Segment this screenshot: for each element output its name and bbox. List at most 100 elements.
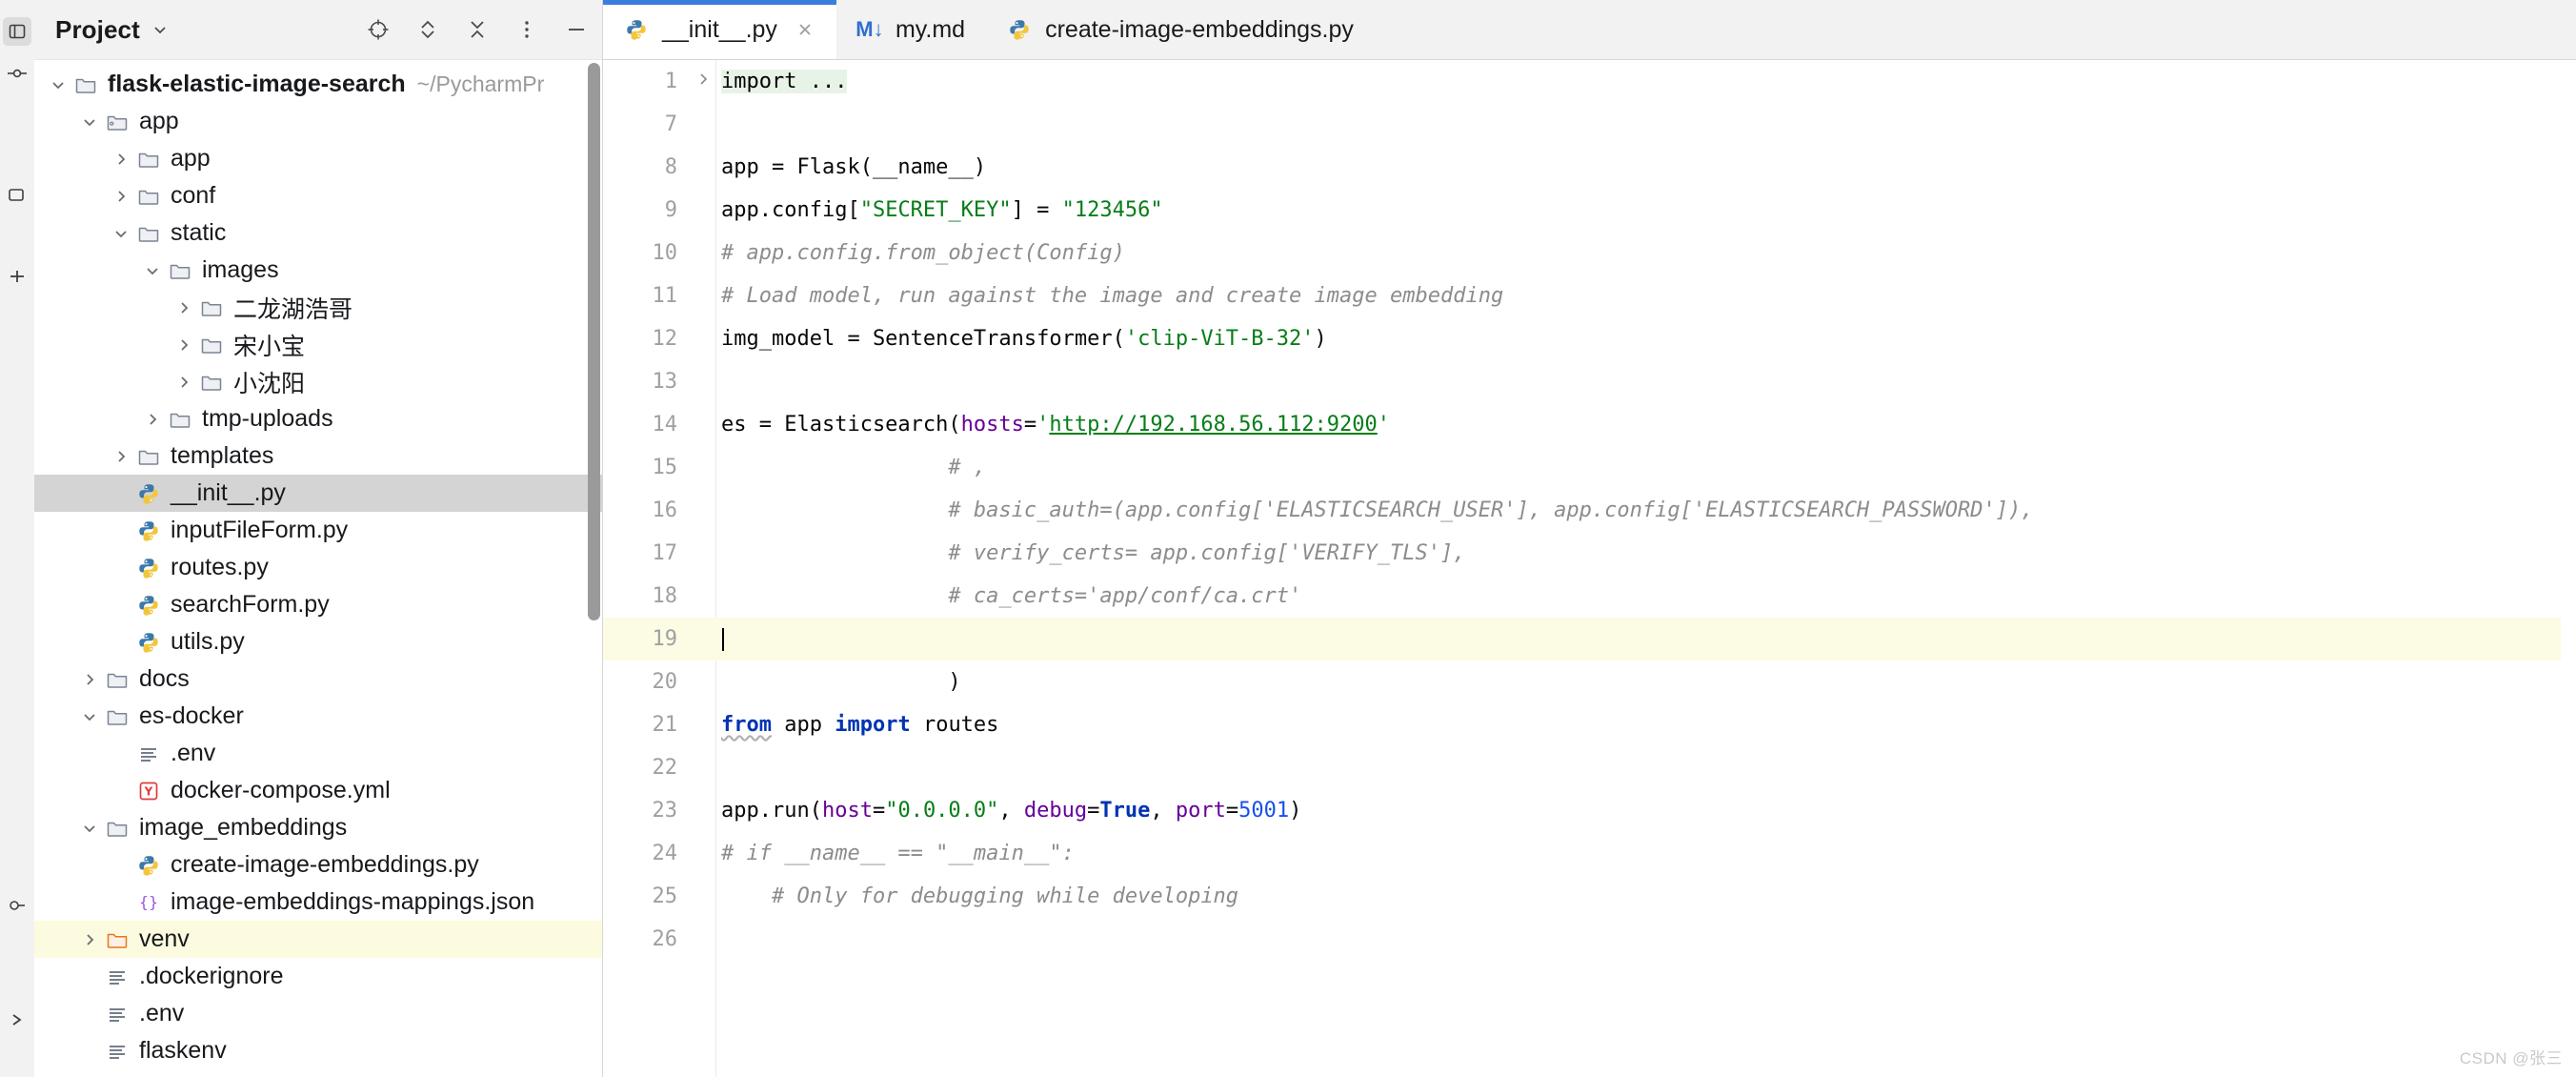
code-text: ) — [715, 670, 960, 694]
tree-row[interactable]: 小沈阳 — [34, 363, 602, 400]
tree-row[interactable]: 二龙湖浩哥 — [34, 289, 602, 326]
crosshair-icon[interactable] — [366, 17, 391, 42]
tree-row[interactable]: Ydocker-compose.yml — [34, 772, 602, 809]
chevron-right-icon[interactable] — [142, 409, 163, 430]
tree-row[interactable]: 宋小宝 — [34, 326, 602, 363]
tree-item-label: conf — [171, 182, 216, 209]
tree-row[interactable]: image_embeddings — [34, 809, 602, 846]
tree-row[interactable]: {} image-embeddings-mappings.json — [34, 884, 602, 921]
tree-row[interactable]: images — [34, 252, 602, 289]
code-line[interactable]: 11 # Load model, run against the image an… — [603, 274, 2576, 317]
close-icon[interactable] — [795, 19, 815, 40]
tree-row[interactable]: .env — [34, 995, 602, 1032]
chevron-right-icon[interactable] — [111, 446, 131, 467]
tree-row[interactable]: docs — [34, 660, 602, 698]
svg-text:Y: Y — [144, 784, 153, 798]
chevron-down-icon[interactable] — [79, 706, 100, 727]
code-line[interactable]: 24 # if __name__ == "__main__": — [603, 832, 2576, 875]
editor-tab-bar[interactable]: __init__.py M↓ my.md create-image-embedding… — [603, 0, 2576, 60]
chevron-down-icon[interactable] — [111, 223, 131, 244]
rail-button-structure[interactable] — [3, 262, 31, 291]
tree-row[interactable]: templates — [34, 437, 602, 475]
module-folder-icon — [105, 110, 130, 134]
tree-row[interactable]: es-docker — [34, 698, 602, 735]
tree-row[interactable]: app — [34, 103, 602, 140]
code-line[interactable]: 12 img_model = SentenceTransformer('clip-… — [603, 317, 2576, 360]
code-line[interactable]: 1 import ... — [603, 60, 2576, 103]
tree-row[interactable]: .env — [34, 735, 602, 772]
tree-row[interactable]: flaskenv — [34, 1032, 602, 1069]
collapse-icon[interactable] — [465, 17, 490, 42]
minus-icon[interactable] — [564, 17, 589, 42]
kebab-icon[interactable] — [514, 17, 539, 42]
code-line[interactable]: 20 ) — [603, 660, 2576, 703]
tree-row[interactable]: create-image-embeddings.py — [34, 846, 602, 884]
rail-button-terminal[interactable] — [3, 1006, 31, 1034]
code-token: http://192.168.56.112:9200 — [1049, 413, 1378, 437]
tree-row[interactable]: app — [34, 140, 602, 177]
editor-tab[interactable]: __init__.py — [603, 0, 836, 59]
code-line[interactable]: 8 app = Flask(__name__) — [603, 146, 2576, 189]
code-line[interactable]: 19 — [603, 618, 2576, 660]
code-token: app = Flask(__name__) — [721, 155, 987, 179]
code-line[interactable]: 23 app.run(host="0.0.0.0", debug=True, po… — [603, 789, 2576, 832]
tree-row[interactable]: searchForm.py — [34, 586, 602, 623]
tree-row[interactable]: inputFileForm.py — [34, 512, 602, 549]
chevron-right-icon[interactable] — [79, 669, 100, 690]
chevron-down-icon[interactable] — [79, 112, 100, 132]
tree-row[interactable]: routes.py — [34, 549, 602, 586]
code-line[interactable]: 10 # app.config.from_object(Config) — [603, 232, 2576, 274]
chevron-right-icon[interactable] — [79, 929, 100, 950]
code-line[interactable]: 14 es = Elasticsearch(hosts='http://192.1… — [603, 403, 2576, 446]
code-line[interactable]: 9 app.config["SECRET_KEY"] = "123456" — [603, 189, 2576, 232]
rail-button-bookmarks[interactable] — [3, 891, 31, 920]
code-line[interactable]: 7 — [603, 103, 2576, 146]
code-line[interactable]: 16 # basic_auth=(app.config['ELASTICSEAR… — [603, 489, 2576, 532]
tree-row[interactable]: __init__.py — [34, 475, 602, 512]
project-file-tree[interactable]: flask-elastic-image-search ~/PycharmPr app… — [34, 60, 602, 1069]
rail-button-pull-requests[interactable] — [3, 181, 31, 210]
code-line[interactable]: 18 # ca_certs='app/conf/ca.crt' — [603, 575, 2576, 618]
code-line[interactable]: 22 — [603, 746, 2576, 789]
project-panel-scrollbar[interactable] — [588, 63, 600, 1077]
updown-chevrons-icon[interactable] — [415, 17, 440, 42]
rail-button-commit[interactable] — [3, 59, 31, 88]
code-line[interactable]: 25 # Only for debugging while developing — [603, 875, 2576, 918]
code-text: # Only for debugging while developing — [715, 884, 1238, 908]
chevron-right-icon[interactable] — [111, 186, 131, 207]
chevron-down-icon[interactable] — [79, 818, 100, 839]
chevron-down-icon[interactable] — [151, 21, 169, 38]
chevron-right-icon[interactable] — [111, 149, 131, 170]
code-token: ] = — [1011, 198, 1062, 222]
chevron-down-icon[interactable] — [142, 260, 163, 281]
chevron-down-icon[interactable] — [48, 74, 69, 95]
scrollbar-thumb[interactable] — [588, 63, 600, 620]
code-line[interactable]: 17 # verify_certs= app.config['VERIFY_TL… — [603, 532, 2576, 575]
tree-row[interactable]: .dockerignore — [34, 958, 602, 995]
chevron-right-icon[interactable] — [173, 372, 194, 393]
code-line[interactable]: 26 — [603, 918, 2576, 961]
line-number: 26 — [652, 927, 678, 951]
line-number: 18 — [652, 584, 678, 608]
tree-row[interactable]: static — [34, 214, 602, 252]
tree-row[interactable]: venv — [34, 921, 602, 958]
tree-row[interactable]: tmp-uploads — [34, 400, 602, 437]
code-line[interactable]: 15 # , — [603, 446, 2576, 489]
code-token: app.run( — [721, 799, 822, 823]
line-number: 17 — [652, 541, 678, 565]
chevron-right-icon[interactable] — [691, 71, 715, 91]
pull-request-icon — [8, 186, 27, 205]
code-line[interactable]: 21 from app import routes — [603, 703, 2576, 746]
chevron-right-icon[interactable] — [173, 335, 194, 356]
tree-row[interactable]: utils.py — [34, 623, 602, 660]
chevron-right-icon[interactable] — [173, 297, 194, 318]
rail-button-project[interactable] — [3, 17, 31, 46]
tree-row[interactable]: conf — [34, 177, 602, 214]
editor-tab[interactable]: create-image-embeddings.py — [986, 0, 1375, 59]
code-lines[interactable]: 1 import ... 7 8 app = Flask(__name__) 9 app.c… — [603, 60, 2576, 961]
tree-row[interactable]: flask-elastic-image-search ~/PycharmPr — [34, 66, 602, 103]
editor-right-strip — [2561, 105, 2576, 1077]
editor-tab[interactable]: M↓ my.md — [836, 0, 986, 59]
code-editor[interactable]: 1 import ... 7 8 app = Flask(__name__) 9 app.c… — [603, 60, 2576, 1077]
code-line[interactable]: 13 — [603, 360, 2576, 403]
